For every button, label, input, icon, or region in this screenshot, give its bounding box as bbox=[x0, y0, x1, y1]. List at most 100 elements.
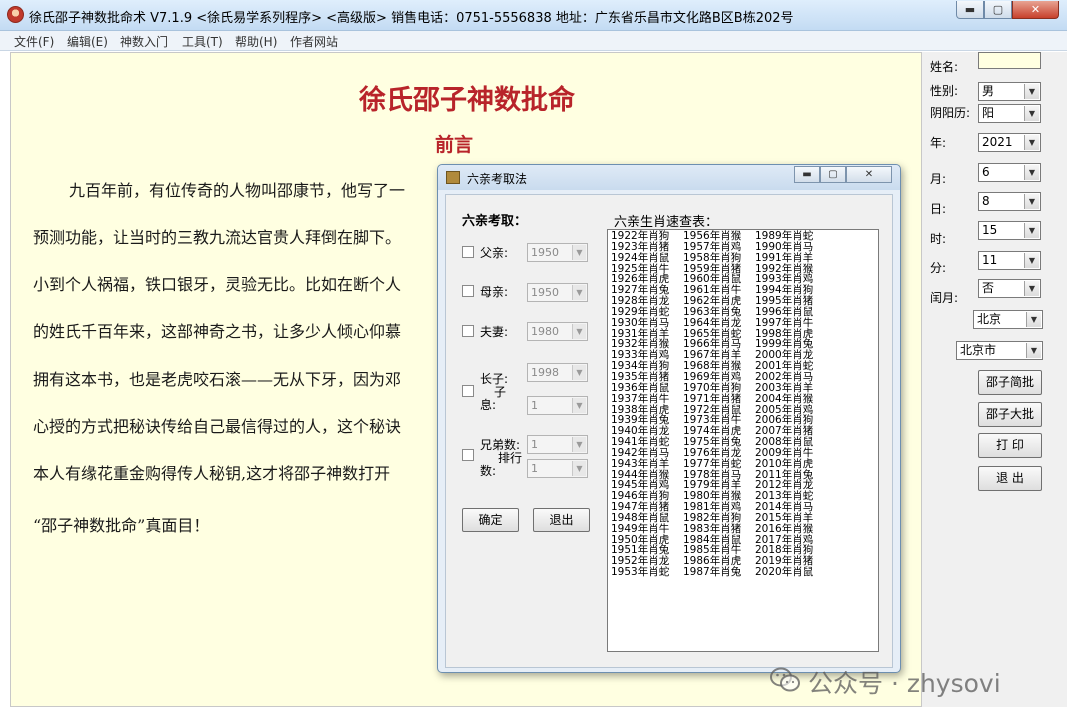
chevron-down-icon[interactable]: ▼ bbox=[1024, 165, 1039, 180]
document-line: “邵子神数批命”真面目！ bbox=[33, 516, 210, 535]
son-checkbox[interactable] bbox=[462, 385, 474, 397]
mother-year-select[interactable]: 1950 ▼ bbox=[527, 283, 588, 302]
year-select[interactable]: 2021 ▼ bbox=[978, 133, 1041, 152]
province-select[interactable]: 北京 ▼ bbox=[973, 310, 1043, 329]
list-item[interactable]: 1953年肖蛇 1987年肖兔 2020年肖鼠 bbox=[611, 567, 878, 578]
list-item[interactable]: 1924年肖鼠 1958年肖狗 1991年肖羊 bbox=[611, 251, 878, 264]
list-item[interactable]: 1943年肖羊 1977年肖蛇 2010年肖虎 bbox=[611, 457, 878, 470]
month-select[interactable]: 6 ▼ bbox=[978, 163, 1041, 182]
dialog-maximize-button[interactable]: ▢ bbox=[820, 166, 846, 183]
menu-edit[interactable]: 编辑(E) bbox=[67, 33, 108, 50]
zodiac-cell: 1977年肖蛇 bbox=[683, 457, 742, 470]
chevron-down-icon[interactable]: ▼ bbox=[572, 324, 586, 339]
chevron-down-icon[interactable]: ▼ bbox=[1024, 84, 1039, 99]
gender-label: 性别: bbox=[930, 84, 959, 98]
chevron-down-icon[interactable]: ▼ bbox=[572, 245, 586, 260]
zodiac-cell: 1930年肖马 bbox=[611, 316, 670, 329]
chevron-down-icon[interactable]: ▼ bbox=[572, 398, 586, 413]
list-item[interactable]: 1937年肖牛 1971年肖猪 2004年肖猴 bbox=[611, 392, 878, 405]
chevron-down-icon[interactable]: ▼ bbox=[572, 461, 586, 476]
zodiac-cell: 1971年肖猪 bbox=[683, 392, 742, 405]
spouse-label: 夫妻: bbox=[480, 325, 509, 339]
son-label-suffix: 息: bbox=[480, 398, 497, 412]
exit-button[interactable]: 退 出 bbox=[978, 466, 1042, 491]
month-value: 6 bbox=[982, 165, 990, 179]
son-count-value: 1 bbox=[531, 399, 538, 412]
minute-select[interactable]: 11 ▼ bbox=[978, 251, 1041, 270]
chevron-down-icon[interactable]: ▼ bbox=[1024, 135, 1039, 150]
gender-select[interactable]: 男 ▼ bbox=[978, 82, 1041, 101]
city-select[interactable]: 北京市 ▼ bbox=[956, 341, 1043, 360]
spouse-checkbox[interactable] bbox=[462, 325, 474, 337]
hour-label: 时: bbox=[930, 232, 947, 246]
zodiac-cell: 1953年肖蛇 bbox=[611, 566, 670, 579]
chevron-down-icon[interactable]: ▼ bbox=[1024, 253, 1039, 268]
app-icon bbox=[7, 6, 24, 23]
sibling-rank-select[interactable]: 1 ▼ bbox=[527, 459, 588, 478]
chevron-down-icon[interactable]: ▼ bbox=[1024, 223, 1039, 238]
menu-help[interactable]: 帮助(H) bbox=[235, 33, 277, 50]
son-count-select[interactable]: 1 ▼ bbox=[527, 396, 588, 415]
brief-reading-button[interactable]: 邵子简批 bbox=[978, 370, 1042, 395]
dialog-titlebar[interactable]: 六亲考取法 ▬ ▢ ✕ bbox=[438, 165, 900, 190]
dialog-exit-button[interactable]: 退出 bbox=[533, 508, 590, 532]
month-label: 月: bbox=[930, 172, 947, 186]
relatives-dialog[interactable]: 六亲考取法 ▬ ▢ ✕ 六亲考取： 六亲生肖速查表： 父亲: 1950 ▼ 母亲:… bbox=[437, 164, 901, 673]
name-input[interactable] bbox=[978, 52, 1041, 69]
spouse-year-select[interactable]: 1980 ▼ bbox=[527, 322, 588, 341]
leap-month-label: 闰月: bbox=[930, 291, 959, 305]
chevron-down-icon[interactable]: ▼ bbox=[1024, 194, 1039, 209]
list-item[interactable]: 1949年肖牛 1983年肖猪 2016年肖猴 bbox=[611, 522, 878, 535]
day-select[interactable]: 8 ▼ bbox=[978, 192, 1041, 211]
chevron-down-icon[interactable]: ▼ bbox=[1024, 281, 1039, 296]
zodiac-cell: 2004年肖猴 bbox=[755, 392, 814, 405]
chevron-down-icon[interactable]: ▼ bbox=[1026, 343, 1041, 358]
detailed-reading-button[interactable]: 邵子大批 bbox=[978, 402, 1042, 427]
relatives-section-title: 六亲考取： bbox=[462, 214, 528, 229]
close-button[interactable]: ✕ bbox=[1012, 1, 1059, 19]
minimize-button[interactable]: ▬ bbox=[956, 1, 984, 19]
zodiac-cell: 1924年肖鼠 bbox=[611, 251, 670, 264]
leap-month-value: 否 bbox=[982, 281, 995, 295]
mother-checkbox[interactable] bbox=[462, 285, 474, 297]
chevron-down-icon[interactable]: ▼ bbox=[572, 365, 586, 380]
chevron-down-icon[interactable]: ▼ bbox=[1026, 312, 1041, 327]
hour-select[interactable]: 15 ▼ bbox=[978, 221, 1041, 240]
menu-author-site[interactable]: 作者网站 bbox=[290, 33, 338, 50]
dialog-minimize-button[interactable]: ▬ bbox=[794, 166, 820, 183]
list-item[interactable]: 1930年肖马 1964年肖龙 1997年肖牛 bbox=[611, 316, 878, 329]
father-checkbox[interactable] bbox=[462, 246, 474, 258]
leap-month-select[interactable]: 否 ▼ bbox=[978, 279, 1041, 298]
zodiac-list[interactable]: 1922年肖狗 1956年肖猴 1989年肖蛇 1923年肖猪 1957年肖鸡 1990年… bbox=[607, 229, 879, 652]
city-value: 北京市 bbox=[960, 343, 997, 357]
chevron-down-icon[interactable]: ▼ bbox=[572, 437, 586, 452]
print-button[interactable]: 打 印 bbox=[978, 433, 1042, 458]
son-year-select[interactable]: 1998 ▼ bbox=[527, 363, 588, 382]
chevron-down-icon[interactable]: ▼ bbox=[572, 285, 586, 300]
window-title: 徐氏邵子神数批命术 V7.1.9 <徐氏易学系列程序> <高级版> 销售电话：0… bbox=[29, 11, 794, 26]
day-label: 日: bbox=[930, 202, 947, 216]
menu-tools[interactable]: 工具(T) bbox=[182, 33, 223, 50]
menu-intro[interactable]: 神数入门 bbox=[120, 33, 168, 50]
ok-button[interactable]: 确定 bbox=[462, 508, 519, 532]
calendar-select[interactable]: 阳 ▼ bbox=[978, 104, 1041, 123]
mother-year-value: 1950 bbox=[531, 286, 559, 299]
sibling-checkbox[interactable] bbox=[462, 449, 474, 461]
chevron-down-icon[interactable]: ▼ bbox=[1024, 106, 1039, 121]
menu-bar: 文件(F) 编辑(E) 神数入门 工具(T) 帮助(H) 作者网站 bbox=[0, 31, 1067, 51]
minute-value: 11 bbox=[982, 253, 998, 267]
zodiac-cell: 1983年肖猪 bbox=[683, 522, 742, 535]
father-year-value: 1950 bbox=[531, 246, 559, 259]
maximize-button[interactable]: ▢ bbox=[984, 1, 1012, 19]
father-year-select[interactable]: 1950 ▼ bbox=[527, 243, 588, 262]
sibling-count-select[interactable]: 1 ▼ bbox=[527, 435, 588, 454]
document-line: 九百年前，有位传奇的人物叫邵康节，他写了一 bbox=[69, 181, 406, 200]
dialog-close-button[interactable]: ✕ bbox=[846, 166, 892, 183]
menu-file[interactable]: 文件(F) bbox=[14, 33, 54, 50]
name-label: 姓名: bbox=[930, 60, 959, 74]
dialog-body: 六亲考取： 六亲生肖速查表： 父亲: 1950 ▼ 母亲: 1950 ▼ 夫妻: 1… bbox=[445, 194, 893, 668]
window-titlebar[interactable]: 徐氏邵子神数批命术 V7.1.9 <徐氏易学系列程序> <高级版> 销售电话：0… bbox=[0, 0, 1067, 31]
zodiac-cell: 1937年肖牛 bbox=[611, 392, 670, 405]
document-line: 预测功能，让当时的三教九流达官贵人拜倒在脚下。 bbox=[33, 228, 402, 247]
zodiac-cell: 1949年肖牛 bbox=[611, 522, 670, 535]
